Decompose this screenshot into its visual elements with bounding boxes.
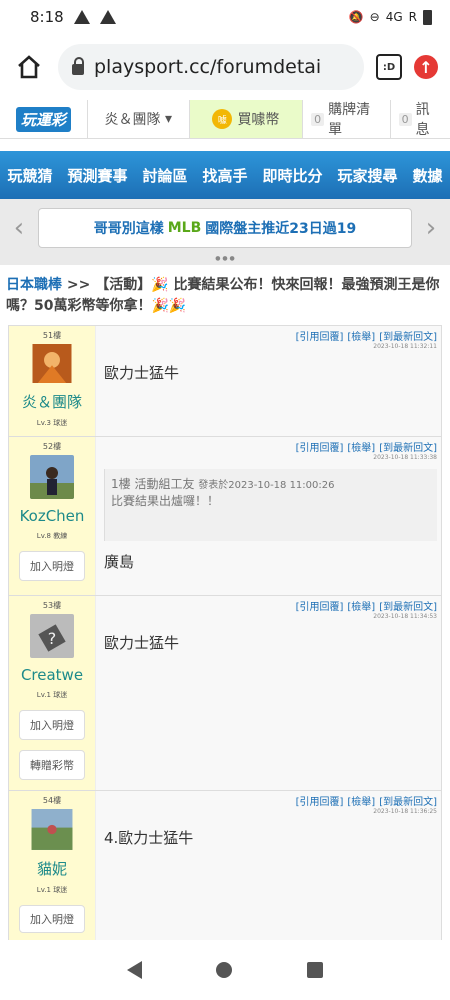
system-nav-bar	[0, 940, 450, 1000]
user-level: Lv.8 教練	[36, 532, 68, 540]
promo-link[interactable]: 哥哥別這樣 MLB 國際盤主推近23日過19	[38, 208, 412, 248]
username[interactable]: KozChen	[20, 507, 85, 525]
post: 51樓 炎＆團隊 Lv.3 球迷 [引用回覆] [檢舉] [到最新回文] 2023-…	[9, 326, 441, 437]
user-level: Lv.3 球迷	[36, 419, 68, 427]
quote-reply-link[interactable]: [引用回覆]	[296, 797, 344, 808]
add-favorite-button[interactable]: 加入明燈	[19, 904, 85, 933]
post-timestamp: 2023-10-18 11:36:25	[373, 808, 437, 815]
username[interactable]: Creatwe	[21, 666, 83, 684]
avatar[interactable]	[30, 809, 74, 850]
user-level: Lv.1 球迷	[36, 691, 68, 699]
post-content: 歐力士猛牛	[104, 364, 180, 382]
quote-reply-link[interactable]: [引用回覆]	[296, 602, 344, 613]
chevron-left-icon[interactable]: ‹	[8, 213, 30, 243]
avatar[interactable]: ?	[30, 614, 74, 658]
warning-icon	[99, 10, 116, 24]
main-nav: 玩競猜 預測賽事 討論區 找高手 即時比分 玩家搜尋 數據	[0, 151, 450, 199]
post: 52樓 KozChen Lv.8 教練 加入明燈 [引用回覆] [檢舉] [到最新回…	[9, 437, 441, 596]
add-favorite-button[interactable]: 加入明燈	[19, 710, 85, 740]
home-nav-icon[interactable]	[216, 962, 233, 978]
network-label: 4G	[385, 10, 403, 24]
post: 54樓 貓妮 Lv.1 球迷 加入明燈 [引用回覆] [檢舉] [到最新回文] 20…	[9, 791, 441, 941]
promo-banner: ‹ 哥哥別這樣 MLB 國際盤主推近23日過19 ›	[0, 199, 450, 257]
report-link[interactable]: [檢舉]	[347, 602, 375, 613]
report-link[interactable]: [檢舉]	[347, 797, 375, 808]
svg-text:?: ?	[48, 629, 57, 648]
latest-reply-link[interactable]: [到最新回文]	[379, 443, 437, 454]
nav-item[interactable]: 討論區	[142, 165, 187, 186]
tabs-button[interactable]: :D	[376, 54, 402, 80]
add-favorite-button[interactable]: 加入明燈	[19, 551, 85, 581]
latest-reply-link[interactable]: [到最新回文]	[379, 332, 437, 343]
messages-button[interactable]: 0 訊息	[389, 100, 450, 138]
nav-item[interactable]: 找高手	[202, 165, 247, 186]
username[interactable]: 貓妮	[37, 858, 67, 879]
nav-item[interactable]: 預測賽事	[67, 165, 127, 186]
quote-reply-link[interactable]: [引用回覆]	[296, 332, 344, 343]
caret-down-icon: ▾	[164, 111, 172, 127]
post: 53樓 ? Creatwe Lv.1 球迷 加入明燈 轉贈彩幣 [引用回覆] [檢…	[9, 596, 441, 791]
roaming-label: R	[408, 10, 417, 24]
post-timestamp: 2023-10-18 11:32:11	[373, 343, 437, 350]
url-field[interactable]: playsport.cc/forumdetai	[58, 44, 364, 90]
dnd-icon: ⊖	[369, 10, 380, 24]
avatar[interactable]	[30, 344, 74, 383]
coin-icon: 噱	[212, 109, 233, 129]
user-level: Lv.1 球迷	[36, 885, 68, 894]
quoted-post: 1樓 活動組工友 發表於2023-10-18 11:00:26 比賽結果出爐囉！…	[104, 469, 437, 541]
warning-icon	[73, 10, 90, 24]
chevron-right-icon[interactable]: ›	[420, 213, 442, 243]
report-link[interactable]: [檢舉]	[347, 443, 375, 454]
post-content: 歐力士猛牛	[104, 634, 180, 652]
username[interactable]: 炎＆團隊	[22, 391, 82, 412]
post-timestamp: 2023-10-18 11:33:38	[373, 454, 437, 461]
nav-item[interactable]: 玩家搜尋	[337, 165, 397, 186]
latest-reply-link[interactable]: [到最新回文]	[379, 797, 437, 808]
site-header: 玩運彩 炎＆團隊 ▾ 噱買噱幣 0 購牌清單 0 訊息	[0, 100, 450, 139]
cart-button[interactable]: 0 購牌清單	[302, 100, 389, 138]
quote-reply-link[interactable]: [引用回覆]	[296, 443, 344, 454]
home-button[interactable]	[12, 50, 46, 84]
nav-item[interactable]: 即時比分	[262, 165, 322, 186]
back-icon[interactable]	[127, 961, 143, 979]
post-content: 4.歐力士猛牛	[104, 829, 194, 847]
post-list: 51樓 炎＆團隊 Lv.3 球迷 [引用回覆] [檢舉] [到最新回文] 2023-…	[8, 325, 442, 942]
mute-icon: 🔕	[348, 10, 364, 24]
lock-icon	[72, 57, 84, 75]
status-bar: 8:18 🔕 ⊖ 4G R	[0, 0, 450, 34]
breadcrumb-category[interactable]: 日本職棒	[6, 277, 62, 293]
site-logo[interactable]: 玩運彩	[0, 100, 87, 138]
breadcrumb: 日本職棒 >> 【活動】🎉 比賽結果公布！快來回報！最強預測王是你嗎？50萬彩幣…	[6, 277, 440, 314]
report-link[interactable]: [檢舉]	[347, 332, 375, 343]
update-icon[interactable]: ↑	[414, 55, 438, 79]
team-menu[interactable]: 炎＆團隊 ▾	[86, 100, 189, 138]
latest-reply-link[interactable]: [到最新回文]	[379, 602, 437, 613]
home-icon	[18, 55, 40, 79]
status-time: 8:18	[30, 8, 64, 26]
nav-item[interactable]: 數據	[412, 165, 442, 186]
browser-toolbar: playsport.cc/forumdetai :D ↑	[0, 34, 450, 100]
nav-item[interactable]: 玩競猜	[7, 165, 52, 186]
recents-icon[interactable]	[306, 962, 323, 978]
buy-coins-button[interactable]: 噱買噱幣	[188, 100, 303, 138]
avatar[interactable]	[30, 455, 74, 499]
carousel-dots: ● ● ●	[0, 256, 450, 265]
url-text: playsport.cc/forumdetai	[94, 56, 322, 78]
post-timestamp: 2023-10-18 11:34:53	[373, 613, 437, 620]
post-content: 廣島	[104, 553, 135, 571]
battery-icon	[423, 9, 432, 25]
gift-coins-button[interactable]: 轉贈彩幣	[19, 750, 85, 780]
